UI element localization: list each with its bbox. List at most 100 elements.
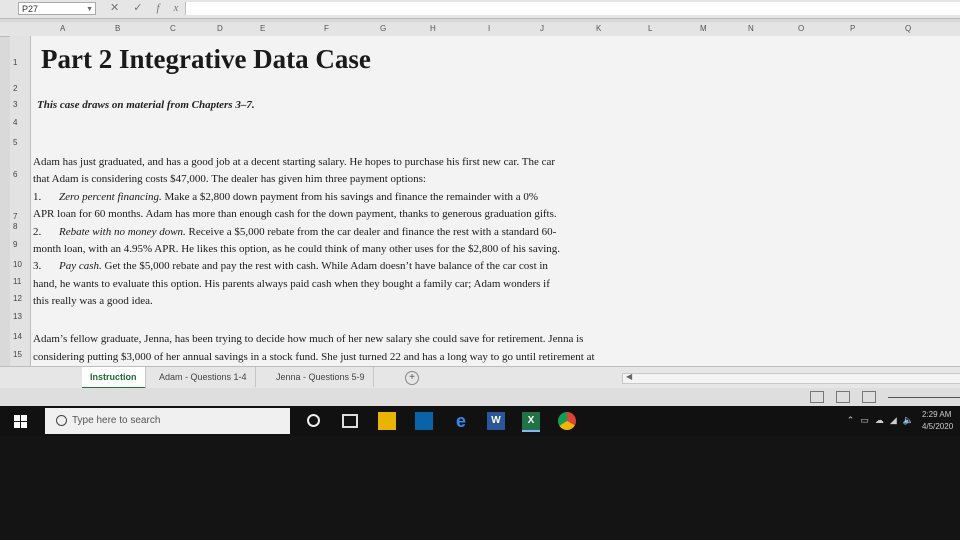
battery-icon[interactable]: ▭ [860,415,875,425]
column-header-b[interactable]: B [115,24,120,33]
edge-icon[interactable]: e [452,412,470,430]
row-header-1[interactable]: 1 [13,58,17,67]
cloud-icon[interactable]: ☁ [875,415,890,425]
file-explorer-icon[interactable] [378,412,396,430]
row-header-9[interactable]: 9 [13,240,17,249]
list-item: 2. Rebate with no money down. Receive a $… [33,224,693,241]
option-title: Rebate with no money down. [59,225,186,238]
text-line: Adam has just graduated, and has a good … [33,156,556,168]
column-header-g[interactable]: G [380,24,386,33]
column-header-f[interactable]: F [324,24,329,33]
row-header-14[interactable]: 14 [13,332,22,341]
row-header-6[interactable]: 6 [13,170,17,179]
column-header-c[interactable]: C [170,24,176,33]
column-header-e[interactable]: E [260,24,265,33]
option-number: 1. [33,190,42,203]
option-text: Make a $2,800 down payment from his savi… [161,190,539,203]
horizontal-scrollbar[interactable]: ◀ [622,372,960,384]
row-header-12[interactable]: 12 [13,294,22,303]
column-header-h[interactable]: H [430,24,436,33]
column-header-q[interactable]: Q [905,24,911,33]
page-subtitle: This case draws on material from Chapter… [37,99,255,111]
add-sheet-button[interactable]: + [405,371,419,385]
monitor-bezel [0,436,960,540]
taskbar-clock[interactable]: 2:29 AM 4/5/2020 [922,409,960,433]
formula-bar: P27 ▼ ✕✓fx [0,0,960,19]
option-text: hand, he wants to evaluate this option. … [33,277,550,290]
option-title: Pay cash. [59,260,102,273]
page-break-icon[interactable] [862,391,876,403]
option-text: month loan, with an 4.95% APR. He likes … [33,243,561,256]
search-placeholder: Type here to search [72,415,161,426]
list-item: month loan, with an 4.95% APR. He likes … [33,241,693,258]
clock-time: 2:29 AM [922,410,952,419]
taskbar-search-box[interactable]: Type here to search [45,408,290,434]
column-headers: A B C D E F G H I J K L M N O P Q [0,22,960,37]
chrome-icon[interactable] [558,412,576,430]
excel-window: P27 ▼ ✕✓fx ABCDEFGHIJKLMNOPQ 1 2 3 4 5 6 7 8 9 10 1… [0,0,960,440]
tab-adam-questions[interactable]: Adam - Questions 1-4 [151,367,256,387]
sheet-tabs: Instruction Adam - Questions 1-4 Jenna -… [0,366,960,389]
worksheet[interactable]: Part 2 Integrative Data Case This case d… [31,36,960,366]
option-text: APR loan for 60 months. Adam has more th… [33,208,557,221]
name-box[interactable]: P27 ▼ [18,2,96,15]
zoom-slider[interactable] [888,397,960,398]
column-header-a[interactable]: A [60,24,65,33]
row-header-3[interactable]: 3 [13,100,17,109]
row-header-10[interactable]: 10 [13,260,22,269]
option-text: Receive a $5,000 rebate from the car dea… [185,225,557,238]
row-header-4[interactable]: 4 [13,118,17,127]
column-header-k[interactable]: K [596,24,601,33]
row-header-15[interactable]: 15 [13,350,22,359]
tab-jenna-questions[interactable]: Jenna - Questions 5-9 [268,367,374,387]
text-line: Adam’s fellow graduate, Jenna, has been … [33,333,584,345]
list-item: 1. Zero percent financing. Make a $2,800 … [33,189,693,206]
row-header-8[interactable]: 8 [13,222,17,231]
option-text: Get the $5,000 rebate and pay the rest w… [101,260,548,273]
status-bar [0,388,960,406]
page-title: Part 2 Integrative Data Case [41,44,371,74]
column-header-l[interactable]: L [648,24,652,33]
cortana-icon[interactable] [305,412,323,430]
row-header-11[interactable]: 11 [13,277,21,286]
check-icon[interactable]: ✓ [133,2,156,14]
volume-icon[interactable]: 🔈 [903,415,920,425]
option-title: Zero percent financing. [59,190,162,203]
formula-icons: ✕✓fx [110,1,192,14]
page-layout-icon[interactable] [836,391,850,403]
task-view-icon[interactable] [340,412,358,430]
row-header-2[interactable]: 2 [13,84,17,93]
store-icon[interactable] [415,412,433,430]
close-icon[interactable]: ✕ [110,2,133,14]
column-header-n[interactable]: N [748,24,754,33]
column-header-j[interactable]: J [540,24,544,33]
list-item: hand, he wants to evaluate this option. … [33,276,693,293]
windows-start-icon[interactable] [14,415,28,428]
column-header-d[interactable]: D [217,24,223,33]
chevron-down-icon[interactable]: ▼ [86,3,93,16]
text-line: that Adam is considering costs $47,000. … [33,173,426,186]
wifi-icon[interactable]: ◢ [890,415,903,425]
chevron-up-icon[interactable]: ⌃ [847,415,861,425]
row-header-13[interactable]: 13 [13,312,22,321]
normal-view-icon[interactable] [810,391,824,403]
search-icon [56,415,67,426]
column-header-p[interactable]: P [850,24,855,33]
list-item: 3. Pay cash. Get the $5,000 rebate and pa… [33,258,693,275]
excel-icon[interactable]: X [522,412,540,432]
row-header-5[interactable]: 5 [13,138,17,147]
formula-input[interactable] [185,2,960,15]
scroll-left-icon[interactable]: ◀ [626,372,632,381]
system-tray: ⌃▭☁◢🔈 [847,415,920,426]
list-item: this really was a good idea. [33,293,693,310]
column-header-m[interactable]: M [700,24,707,33]
row-header-7[interactable]: 7 [13,212,17,221]
windows-taskbar: Type here to search e W X ⌃▭☁◢🔈 2:29 AM … [0,406,960,436]
column-header-i[interactable]: I [488,24,490,33]
option-text: this really was a good idea. [33,295,153,308]
clock-date: 4/5/2020 [922,422,954,431]
tab-instruction[interactable]: Instruction [82,367,146,389]
row-headers: 1 2 3 4 5 6 7 8 9 10 11 12 13 14 15 [10,36,31,366]
column-header-o[interactable]: O [798,24,804,33]
word-icon[interactable]: W [487,412,505,430]
